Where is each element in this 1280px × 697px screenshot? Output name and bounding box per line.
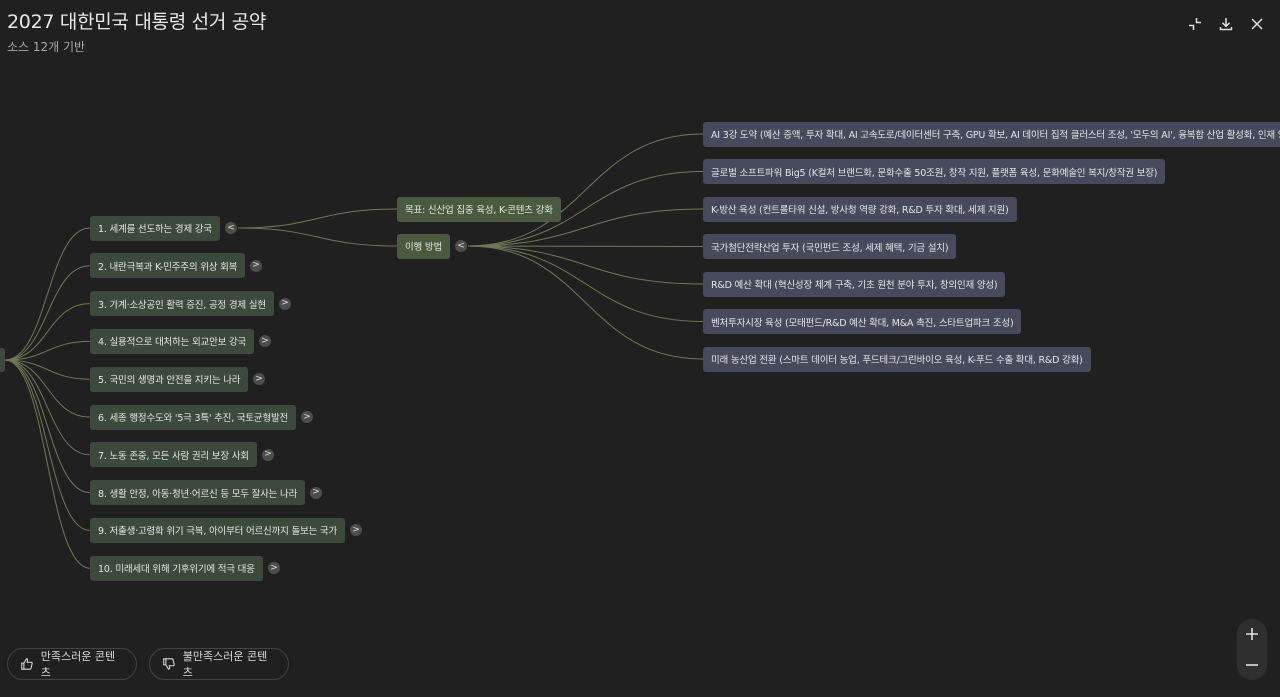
method-detail-node[interactable]: R&D 예산 확대 (혁신성장 체계 구축, 기초 원천 분야 투자, 창의인재… [703, 271, 1006, 297]
pledge-node[interactable]: 9. 저출생·고령화 위기 극복, 아이부터 어르신까지 돌보는 국가 [90, 517, 346, 543]
pledge-node[interactable]: 1. 세계를 선도하는 경제 강국 [90, 215, 220, 241]
pledge-node[interactable]: 10. 미래세대 위해 기후위기에 적극 대응 [90, 555, 263, 581]
connector-line [4, 359, 91, 494]
pledge-node[interactable]: 8. 생활 안정, 아동·청년·어르신 등 모두 잘사는 나라 [90, 480, 306, 506]
connector-line [467, 245, 704, 322]
collapse-button[interactable] [1183, 12, 1207, 36]
thumbs-up-label: 만족스러운 콘텐츠 [40, 650, 116, 679]
connector-line [237, 227, 398, 247]
method-detail-node[interactable]: K-방산 육성 (컨트롤타워 신설, 방사청 역량 강화, R&D 투자 확대,… [703, 196, 1017, 222]
connector-line [4, 359, 91, 531]
collapse-toggle[interactable]: < [455, 240, 467, 252]
connector-line [467, 245, 704, 247]
thumbs-down-button[interactable]: 불만족스러운 콘텐츠 [149, 648, 289, 680]
thumbs-up-button[interactable]: 만족스러운 콘텐츠 [7, 648, 137, 680]
method-node[interactable]: 이행 방법 [397, 233, 450, 259]
pledge-node[interactable]: 2. 내란극복과 K-민주주의 위상 회복 [90, 253, 246, 279]
expand-toggle[interactable]: > [279, 297, 291, 310]
pledge-node[interactable]: 3. 가계·소상공인 활력 증진, 공정 경제 실현 [90, 291, 274, 317]
zoom-out-icon [1246, 664, 1258, 666]
collapse-icon [1189, 18, 1201, 30]
method-detail-node[interactable]: 벤처투자시장 육성 (모태펀드/R&D 예산 확대, M&A 촉진, 스타트업파… [703, 309, 1022, 334]
page-title: 2027 대한민국 대통령 선거 공약 [7, 11, 267, 33]
expand-toggle[interactable]: > [310, 486, 322, 499]
connector-line [4, 359, 91, 456]
method-detail-node[interactable]: AI 3강 도약 (예산 증액, 투자 확대, AI 고속도로/데이터센터 구축… [703, 121, 1280, 147]
method-detail-node[interactable]: 글로벌 소프트파워 Big5 (K컬처 브랜드화, 문화수출 50조원, 창작 … [703, 159, 1166, 184]
thumbs-down-label: 불만족스러운 콘텐츠 [182, 650, 268, 679]
connector-line [467, 245, 704, 285]
connector-line [4, 359, 91, 569]
connector-line [467, 245, 704, 360]
pledge-node[interactable]: 5. 국민의 생명과 안전을 지키는 나라 [90, 366, 249, 392]
download-button[interactable] [1214, 12, 1238, 36]
expand-toggle[interactable]: > [301, 411, 313, 423]
expand-toggle[interactable]: > [250, 259, 262, 272]
method-detail-node[interactable]: 미래 농산업 전환 (스마트 데이터 농업, 푸드테크/그린바이오 육성, K-… [703, 346, 1091, 372]
zoom-in-icon [1246, 628, 1258, 640]
pledge-node[interactable]: 6. 세종 행정수도와 '5극 3특' 추진, 국토균형발전 [90, 404, 297, 430]
zoom-out-button[interactable] [1237, 650, 1267, 680]
expand-toggle[interactable]: > [262, 448, 274, 461]
connector-line [4, 265, 91, 361]
zoom-in-button[interactable] [1237, 619, 1267, 649]
close-button[interactable] [1245, 12, 1269, 36]
method-detail-node[interactable]: 국가첨단전략산업 투자 (국민펀드 조성, 세제 혜택, 기금 설치) [703, 234, 957, 259]
thumbs-down-icon [163, 658, 175, 670]
close-icon [1251, 18, 1263, 30]
goal-node[interactable]: 목표: 신산업 집중 육성, K-콘텐츠 강화 [397, 196, 561, 222]
connector-line [4, 227, 91, 361]
thumbs-up-icon [21, 658, 33, 670]
pledge-node[interactable]: 4. 실용적으로 대처하는 외교안보 강국 [90, 328, 255, 354]
connector-line [467, 133, 704, 247]
download-icon [1219, 18, 1233, 31]
collapse-toggle[interactable]: < [225, 222, 237, 234]
connector-line [237, 208, 398, 229]
zoom-controls [1237, 619, 1267, 680]
source-count: 소스 12개 기반 [7, 40, 86, 54]
root-node[interactable] [0, 348, 5, 372]
pledge-node[interactable]: 7. 노동 존중, 모든 사람 권리 보장 사회 [90, 442, 257, 468]
